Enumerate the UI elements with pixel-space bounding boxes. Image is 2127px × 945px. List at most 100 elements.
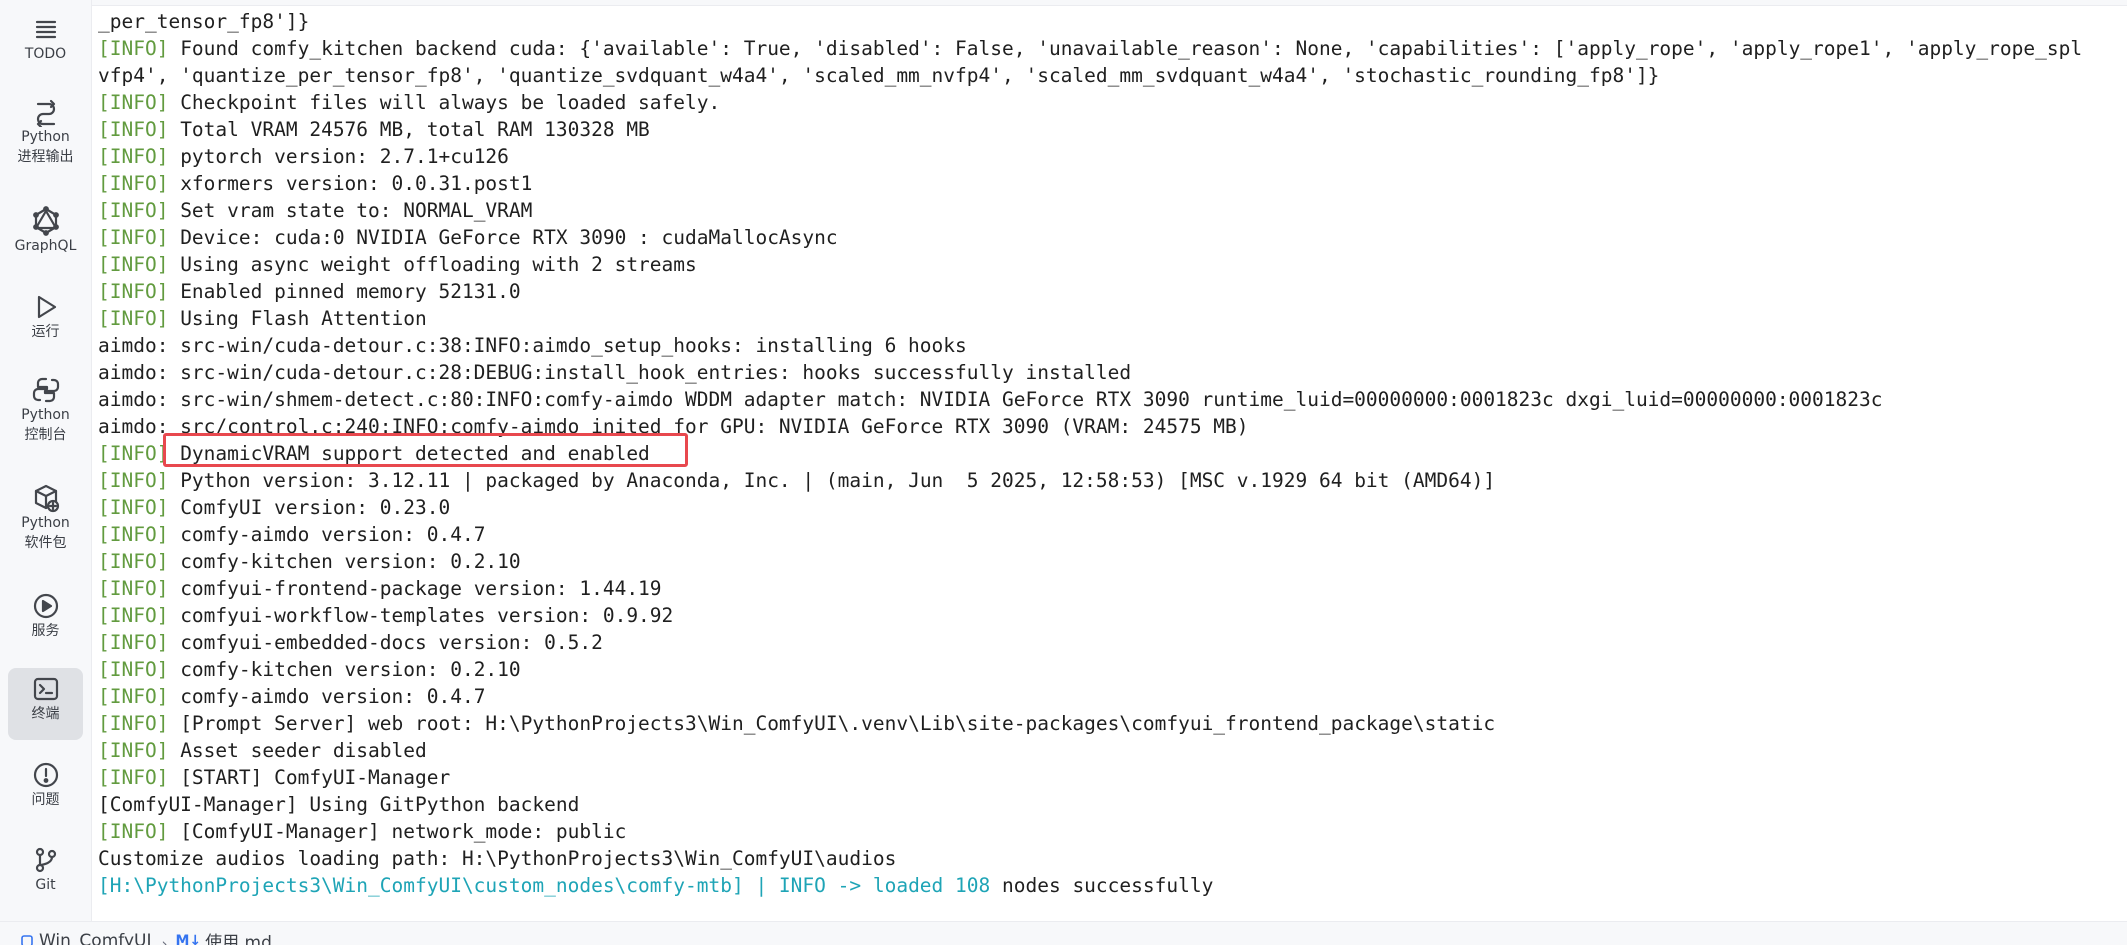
log-message: Set vram state to: NORMAL_VRAM <box>168 199 533 222</box>
log-message: comfyui-frontend-package version: 1.44.1… <box>168 577 662 600</box>
log-message: ComfyUI version: 0.23.0 <box>168 496 451 519</box>
terminal-line: [INFO] comfyui-workflow-templates versio… <box>98 602 2082 629</box>
log-level-tag: [INFO] <box>98 172 169 195</box>
log-message: comfyui-embedded-docs version: 0.5.2 <box>168 631 603 654</box>
loaded-count: 108 <box>955 874 991 897</box>
log-message: comfy-aimdo version: 0.4.7 <box>168 685 486 708</box>
python-process-output-icon <box>36 99 55 127</box>
sidebar-item-services[interactable]: 服务 <box>8 591 83 647</box>
log-message: aimdo: src-win/shmem-detect.c:80:INFO:co… <box>98 388 1883 411</box>
log-level-tag: [INFO] <box>98 523 169 546</box>
terminal-line: [INFO] comfy-aimdo version: 0.4.7 <box>98 683 2082 710</box>
log-level-tag: [INFO] <box>98 820 169 843</box>
log-message: [ComfyUI-Manager] network_mode: public <box>168 820 627 843</box>
terminal-line: [ComfyUI-Manager] Using GitPython backen… <box>98 791 2082 818</box>
status-bar: Win_ComfyUI › M↓ 使用.md <box>0 921 2127 945</box>
log-message: aimdo: src-win/cuda-detour.c:38:INFO:aim… <box>98 334 967 357</box>
python-packages-icon <box>34 484 59 513</box>
log-message: pytorch version: 2.7.1+cu126 <box>168 145 509 168</box>
terminal-line: aimdo: src-win/cuda-detour.c:38:INFO:aim… <box>98 332 2082 359</box>
log-level-tag: [INFO] <box>98 280 169 303</box>
tool-window-sidebar: TODO Python 进程输出 GraphQL 运行 Python 控制台 P… <box>0 0 92 921</box>
run-icon <box>37 295 56 319</box>
sidebar-item-label: Python 进程输出 <box>17 129 74 165</box>
breadcrumb: Win_ComfyUI › M↓ 使用.md <box>20 928 272 945</box>
log-message: _per_tensor_fp8']} <box>98 10 310 33</box>
sidebar-item-terminal[interactable]: 终端 <box>8 668 83 740</box>
log-message: Python version: 3.12.11 | packaged by An… <box>168 469 1496 492</box>
log-message: [ComfyUI-Manager] Using GitPython backen… <box>98 793 580 816</box>
log-message: Using Flash Attention <box>168 307 427 330</box>
log-level-tag: [INFO] <box>98 307 169 330</box>
terminal-line: Customize audios loading path: H:\Python… <box>98 845 2082 872</box>
log-message: Found comfy_kitchen backend cuda: {'avai… <box>168 37 2083 60</box>
log-message: Checkpoint files will always be loaded s… <box>168 91 721 114</box>
log-level-tag: [INFO] <box>98 712 169 735</box>
sidebar-item-label: Git <box>35 877 56 893</box>
log-level-tag: [INFO] <box>98 37 169 60</box>
sidebar-item-run[interactable]: 运行 <box>8 292 83 348</box>
terminal-line: [INFO] ComfyUI version: 0.23.0 <box>98 494 2082 521</box>
log-message: Enabled pinned memory 52131.0 <box>168 280 521 303</box>
log-message: vfp4', 'quantize_per_tensor_fp8', 'quant… <box>98 64 1660 87</box>
sidebar-item-label: GraphQL <box>14 238 77 254</box>
log-message: aimdo: src-win/cuda-detour.c:28:DEBUG:in… <box>98 361 1132 384</box>
terminal-line: [INFO] Asset seeder disabled <box>98 737 2082 764</box>
log-message: comfy-kitchen version: 0.2.10 <box>168 658 521 681</box>
log-level-tag: [INFO] <box>98 442 169 465</box>
sidebar-item-python-console[interactable]: Python 控制台 <box>8 375 83 457</box>
log-message: xformers version: 0.0.31.post1 <box>168 172 533 195</box>
terminal-line: [INFO] comfyui-frontend-package version:… <box>98 575 2082 602</box>
terminal-line: _per_tensor_fp8']} <box>98 8 2082 35</box>
sidebar-item-label: TODO <box>24 46 67 62</box>
log-message: Asset seeder disabled <box>168 739 427 762</box>
breadcrumb-file[interactable]: 使用.md <box>205 928 272 945</box>
terminal-line: [INFO] Found comfy_kitchen backend cuda:… <box>98 35 2082 62</box>
log-message: | INFO -> loaded <box>743 874 956 897</box>
log-level-tag: [INFO] <box>98 739 169 762</box>
terminal-line: [INFO] Enabled pinned memory 52131.0 <box>98 278 2082 305</box>
log-message: Total VRAM 24576 MB, total RAM 130328 MB <box>168 118 650 141</box>
chevron-right-icon: › <box>161 934 168 945</box>
sidebar-item-label: 运行 <box>31 324 60 340</box>
terminal-line: [INFO] [ComfyUI-Manager] network_mode: p… <box>98 818 2082 845</box>
terminal-line: vfp4', 'quantize_per_tensor_fp8', 'quant… <box>98 62 2082 89</box>
sidebar-item-graphql[interactable]: GraphQL <box>8 206 83 264</box>
terminal-line: [INFO] xformers version: 0.0.31.post1 <box>98 170 2082 197</box>
sidebar-item-label: 服务 <box>31 623 60 639</box>
log-level-tag: [INFO] <box>98 550 169 573</box>
terminal-top-border <box>92 0 2127 6</box>
sidebar-item-python-packages[interactable]: Python 软件包 <box>8 483 83 565</box>
log-message: comfyui-workflow-templates version: 0.9.… <box>168 604 674 627</box>
log-level-tag: [INFO] <box>98 658 169 681</box>
sidebar-item-python-process-output[interactable]: Python 进程输出 <box>8 97 83 179</box>
log-message: [START] ComfyUI-Manager <box>168 766 451 789</box>
log-level-tag: [INFO] <box>98 685 169 708</box>
breadcrumb-project[interactable]: Win_ComfyUI <box>39 931 151 945</box>
log-level-tag: [INFO] <box>98 631 169 654</box>
log-message: Device: cuda:0 NVIDIA GeForce RTX 3090 :… <box>168 226 838 249</box>
log-message: comfy-kitchen version: 0.2.10 <box>168 550 521 573</box>
problems-icon <box>33 762 58 788</box>
log-message: [Prompt Server] web root: H:\PythonProje… <box>168 712 1496 735</box>
terminal-line: [INFO] Total VRAM 24576 MB, total RAM 13… <box>98 116 2082 143</box>
ide-window: TODO Python 进程输出 GraphQL 运行 Python 控制台 P… <box>0 0 2127 945</box>
terminal-line: [INFO] Python version: 3.12.11 | package… <box>98 467 2082 494</box>
log-level-tag: [INFO] <box>98 577 169 600</box>
python-console-icon <box>32 377 59 403</box>
terminal-line: [INFO] Using Flash Attention <box>98 305 2082 332</box>
terminal-line: aimdo: src-win/cuda-detour.c:28:DEBUG:in… <box>98 359 2082 386</box>
terminal-line: aimdo: src-win/shmem-detect.c:80:INFO:co… <box>98 386 2082 413</box>
sidebar-item-label: 终端 <box>31 706 60 722</box>
log-level-tag: [INFO] <box>98 199 169 222</box>
sidebar-item-git[interactable]: Git <box>8 845 83 903</box>
terminal-line: [INFO] Using async weight offloading wit… <box>98 251 2082 278</box>
sidebar-item-problems[interactable]: 问题 <box>8 760 83 816</box>
log-path: [H:\PythonProjects3\Win_ComfyUI\custom_n… <box>98 874 744 897</box>
log-level-tag: [INFO] <box>98 226 169 249</box>
log-level-tag: [INFO] <box>98 604 169 627</box>
sidebar-item-todo[interactable]: TODO <box>8 14 83 70</box>
terminal-line: [INFO] Set vram state to: NORMAL_VRAM <box>98 197 2082 224</box>
terminal-panel[interactable]: _per_tensor_fp8']} [INFO] Found comfy_kit… <box>92 0 2127 921</box>
highlight-annotation-box <box>163 433 688 467</box>
